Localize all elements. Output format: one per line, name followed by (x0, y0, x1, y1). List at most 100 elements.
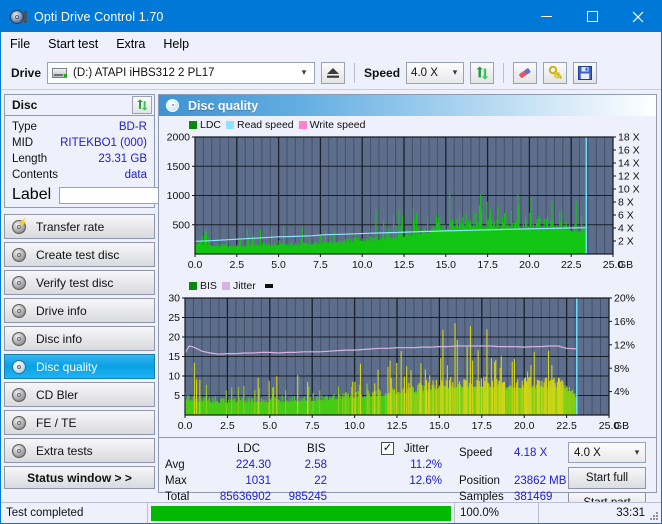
menu-start-test[interactable]: Start test (48, 35, 108, 53)
minimize-icon[interactable] (523, 1, 569, 32)
speed-select[interactable]: 4.0 X ▾ (406, 61, 465, 84)
svg-text:GB: GB (618, 259, 633, 271)
disc-refresh-button[interactable] (132, 96, 152, 114)
check-icon: ✓ (382, 442, 393, 454)
svg-text:22.5: 22.5 (556, 420, 577, 432)
stats-avg-jitter: 11.2% (410, 459, 442, 471)
svg-text:20: 20 (168, 332, 180, 344)
svg-text:14 X: 14 X (618, 158, 640, 170)
svg-text:10 X: 10 X (618, 184, 640, 196)
jitter-label: Jitter (404, 443, 429, 455)
legend-label-bis: BIS (200, 279, 217, 292)
svg-text:2 X: 2 X (618, 236, 634, 248)
menu-help[interactable]: Help (163, 35, 199, 53)
disc-quality-panel: Disc quality LDC Read speed Write speed (158, 94, 657, 514)
svg-text:22.5: 22.5 (561, 259, 582, 271)
legend-label-jitter: Jitter (232, 279, 256, 292)
disc-row-key: Type (12, 121, 37, 133)
disc-icon (12, 415, 27, 430)
svg-text:17.5: 17.5 (472, 420, 493, 432)
panel-title: Disc quality (188, 98, 259, 113)
legend-label-write-speed: Write speed (309, 118, 366, 131)
stats-max-ldc: 1031 (245, 475, 271, 487)
test-speed-select[interactable]: 4.0 X ▾ (568, 442, 646, 463)
disc-row-mid: MID RITEKBO1 (000) (5, 135, 154, 151)
svg-text:5.0: 5.0 (262, 420, 277, 432)
menu-bar: File Start test Extra Help (1, 32, 661, 56)
svg-text:7.5: 7.5 (313, 259, 328, 271)
close-icon[interactable] (615, 1, 661, 32)
save-button[interactable] (573, 61, 598, 84)
sidebar-item-extra-tests[interactable]: Extra tests (4, 438, 155, 463)
chevron-down-icon: ▾ (452, 67, 458, 77)
disc-label-key: Label (12, 186, 52, 203)
svg-text:7.5: 7.5 (305, 420, 320, 432)
stats-col-ldc: LDC (237, 443, 261, 455)
sidebar-item-disc-info[interactable]: Disc info (4, 326, 155, 351)
legend-entry-write-speed: Write speed (298, 118, 366, 131)
svg-text:15: 15 (168, 351, 180, 363)
window-controls (523, 1, 661, 32)
drive-icon (52, 66, 68, 80)
disc-row-type: Type BD-R (5, 119, 154, 135)
svg-text:15.0: 15.0 (436, 259, 457, 271)
disc-quality-bis-chart[interactable]: 5 10 15 20 25 30 4% 8% 12% 16% 20% 0.0 2.5 5.0 7.5 10.0… (159, 292, 656, 437)
disc-row-length: Length 23.31 GB (5, 151, 154, 167)
sidebar-item-drive-info[interactable]: Drive info (4, 298, 155, 323)
sidebar-item-disc-quality[interactable]: Disc quality (4, 354, 155, 379)
menu-extra[interactable]: Extra (116, 35, 155, 53)
start-full-button[interactable]: Start full (568, 467, 646, 489)
erase-button[interactable] (513, 61, 538, 84)
sidebar-item-cd-bler[interactable]: CD Bler (4, 382, 155, 407)
sidebar-item-create-test-disc[interactable]: Create test disc (4, 242, 155, 267)
tools-button[interactable] (543, 61, 568, 84)
disc-row-key: MID (12, 137, 34, 149)
menu-file[interactable]: File (10, 35, 40, 53)
sidebar-item-transfer-rate[interactable]: ⚡ Transfer rate (4, 214, 155, 239)
app-disc-icon (10, 9, 27, 25)
legend-swatch-bis (189, 281, 197, 290)
stats-avg-bis: 2.58 (304, 459, 327, 471)
eject-button[interactable] (321, 61, 346, 84)
sidebar-item-label: Disc quality (36, 359, 98, 374)
elapsed-time: 33:31 (538, 502, 661, 523)
disc-info-panel: Disc Type BD-R MID RITEKBO1 (000) Length… (4, 94, 266, 208)
refresh-button[interactable] (470, 61, 495, 84)
drive-select[interactable]: (D:) ATAPI iHBS312 2 PL17 ▾ (47, 61, 316, 84)
sidebar-item-fe-te[interactable]: FE / TE (4, 410, 155, 435)
legend-entry-ldc: LDC (189, 119, 221, 131)
stats-row-max-label: Max (165, 475, 187, 487)
disc-icon (12, 331, 27, 346)
svg-text:15.0: 15.0 (429, 420, 450, 432)
stats-col-bis: BIS (307, 443, 326, 455)
progress-track (151, 505, 451, 521)
status-window-button[interactable]: Status window > > (4, 466, 155, 489)
chevron-down-icon: ▾ (301, 67, 307, 77)
legend-swatch-read-speed (226, 120, 235, 129)
drive-toolbar: Drive (D:) ATAPI iHBS312 2 PL17 ▾ Speed … (1, 56, 661, 90)
sidebar-item-label: Drive info (36, 303, 87, 318)
maximize-icon[interactable] (569, 1, 615, 32)
body-split: Disc Type BD-R MID RITEKBO1 (000) Length… (1, 90, 661, 514)
drive-label: Drive (11, 65, 42, 80)
status-bar: Test completed 100.0% 33:31 (1, 502, 661, 523)
legend-marker-icon (264, 283, 273, 288)
stats-max-jitter: 12.6% (409, 475, 442, 487)
title-bar: Opti Drive Control 1.70 (1, 1, 661, 32)
panel-header: Disc quality (159, 95, 656, 116)
disc-quality-ldc-chart[interactable]: 500 1000 1500 2000 2 X4 X6 X8 X 10 X 12 X 14 X1… (159, 131, 656, 276)
resize-grip-icon[interactable] (649, 511, 659, 521)
sidebar-item-label: Disc info (36, 331, 83, 346)
position-readout-label: Position (459, 475, 500, 487)
sidebar: Disc Type BD-R MID RITEKBO1 (000) Length… (1, 90, 266, 493)
disc-row-value: 23.31 GB (98, 153, 147, 165)
svg-text:20.0: 20.0 (514, 420, 535, 432)
disc-icon (12, 387, 27, 402)
chevron-down-icon: ▾ (634, 447, 640, 457)
svg-text:2.5: 2.5 (229, 259, 244, 271)
svg-text:5: 5 (174, 390, 180, 402)
disc-row-key: Length (12, 153, 48, 165)
disc-panel-title: Disc (12, 98, 38, 112)
sidebar-item-verify-test-disc[interactable]: Verify test disc (4, 270, 155, 295)
jitter-checkbox[interactable]: ✓ (381, 442, 394, 455)
